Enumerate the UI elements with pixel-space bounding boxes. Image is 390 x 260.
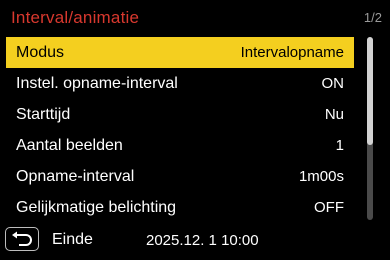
menu-title: Interval/animatie: [11, 8, 140, 27]
scrollbar-thumb[interactable]: [367, 37, 373, 145]
scrollbar[interactable]: [367, 37, 373, 220]
return-arrow-icon: [12, 231, 32, 246]
page-indicator: 1/2: [363, 10, 382, 25]
menu-item-value: Nu: [324, 106, 344, 123]
menu-item-value: OFF: [314, 199, 344, 216]
menu-item-modus[interactable]: Modus Intervalopname: [6, 37, 354, 68]
menu-item-value: 1m00s: [298, 168, 344, 185]
menu-item-label: Gelijkmatige belichting: [16, 198, 177, 216]
menu-item-label: Starttijd: [16, 105, 71, 123]
back-button[interactable]: [5, 227, 39, 251]
menu-item-exposure-leveling[interactable]: Gelijkmatige belichting OFF: [6, 192, 354, 223]
back-label: Einde: [52, 231, 93, 248]
menu-item-value: Intervalopname: [240, 44, 344, 61]
settings-menu: Modus Intervalopname Instel. opname-inte…: [6, 37, 354, 223]
menu-item-value: 1: [335, 137, 344, 154]
menu-item-shooting-interval[interactable]: Opname-interval 1m00s: [6, 161, 354, 192]
menu-item-image-count[interactable]: Aantal beelden 1: [6, 130, 354, 161]
menu-item-label: Opname-interval: [16, 167, 135, 185]
menu-item-label: Modus: [16, 43, 65, 61]
menu-item-label: Instel. opname-interval: [16, 74, 178, 92]
date-time-display: 2025.12. 1 10:00: [146, 232, 259, 249]
footer-bar: Einde 2025.12. 1 10:00: [0, 225, 390, 260]
menu-item-value: ON: [321, 75, 345, 92]
menu-item-label: Aantal beelden: [16, 136, 123, 154]
menu-item-interval-setting[interactable]: Instel. opname-interval ON: [6, 68, 354, 99]
menu-item-start-time[interactable]: Starttijd Nu: [6, 99, 354, 130]
